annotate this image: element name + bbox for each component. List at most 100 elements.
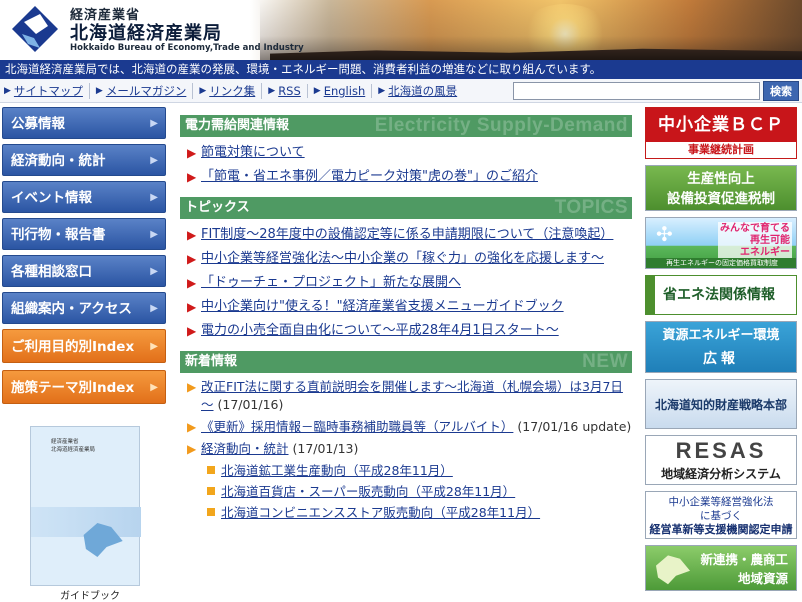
- banner-management-line2: に基づく: [700, 510, 742, 522]
- sidebar-item-event[interactable]: イベント情報 ▶: [2, 181, 166, 213]
- bureau-name[interactable]: 北海道経済産業局: [70, 19, 222, 45]
- banner-resas-logo: RESAS: [675, 438, 767, 463]
- news-sub-item-link[interactable]: 北海道コンビニエンスストア販売動向（平成28年11月）: [221, 505, 540, 520]
- utilnav-link[interactable]: サイトマップ: [14, 83, 83, 99]
- sidebar-item-publications[interactable]: 刊行物・報告書 ▶: [2, 218, 166, 250]
- list-item[interactable]: ▶ 電力の小売全面自由化について～平成28年4月1日スタート～: [185, 321, 632, 340]
- utilnav-item-rss[interactable]: ▶ RSS: [268, 84, 308, 98]
- banner-renewable-energy[interactable]: ✣ みんなで育てる 再生可能 エネルギー 再生エネルギーの固定価格買取制度: [645, 217, 797, 269]
- guidebook-cover-band: [31, 507, 141, 537]
- utilnav-item-links[interactable]: ▶ リンク集: [199, 83, 263, 99]
- list-item-link[interactable]: 電力の小売全面自由化について～平成28年4月1日スタート～: [201, 323, 559, 338]
- sidebar-item-label: 組織案内・アクセス: [11, 301, 132, 317]
- sidebar-item-theme-index[interactable]: 施策テーマ別Index ▶: [2, 370, 166, 404]
- banner-bcp-title: 中小企業ＢＣＰ: [646, 108, 796, 142]
- utilnav-link[interactable]: リンク集: [209, 83, 255, 99]
- utilnav-item-mailmagazine[interactable]: ▶ メールマガジン: [95, 83, 194, 99]
- sidebar-item-consultation[interactable]: 各種相談窓口 ▶: [2, 255, 166, 287]
- banner-resas[interactable]: RESAS 地域経済分析システム: [645, 435, 797, 485]
- chevron-right-icon: ▶: [150, 266, 158, 277]
- list-item-link[interactable]: 中小企業向け"使える！"経済産業省支援メニューガイドブック: [201, 299, 564, 314]
- sidebar-item-label: 公募情報: [11, 116, 65, 132]
- list-item[interactable]: ▶ 中小企業等経営強化法～中小企業の「稼ぐ力」の強化を応援します～: [185, 249, 632, 268]
- news-sub-item[interactable]: 北海道コンビニエンスストア販売動向（平成28年11月）: [185, 504, 632, 522]
- red-arrow-icon: ▶: [187, 252, 197, 266]
- search-button[interactable]: 検索: [763, 81, 799, 101]
- section-ghost-text: Electricity Supply-Demand: [374, 115, 628, 136]
- news-sub-item-link[interactable]: 北海道鉱工業生産動向（平成28年11月）: [221, 463, 453, 478]
- utilnav-link[interactable]: English: [324, 84, 366, 98]
- news-item[interactable]: ▶ 《更新》採用情報－臨時事務補助職員等（アルバイト） (17/01/16 upd…: [185, 418, 632, 436]
- news-sub-item-link[interactable]: 北海道百貨店・スーパー販売動向（平成28年11月）: [221, 484, 515, 499]
- banner-resources-line2: 広報: [703, 351, 739, 367]
- topics-list: ▶ FIT制度～28年度中の設備認定等に係る申請期限について（注意喚起） ▶ 中小企…: [180, 219, 632, 351]
- chevron-right-icon: ▶: [150, 155, 158, 166]
- chevron-right-icon: ▶: [95, 86, 103, 96]
- list-item-link[interactable]: 「ドゥーチェ・プロジェクト」新たな展開へ: [201, 275, 461, 290]
- utilnav-link[interactable]: 北海道の風景: [388, 83, 457, 99]
- square-bullet-icon: [207, 487, 215, 495]
- chevron-right-icon: ▶: [150, 192, 158, 203]
- orange-arrow-icon: ▶: [187, 420, 197, 434]
- list-item[interactable]: ▶ 「節電・省エネ事例／電力ピーク対策"虎の巻"」のご紹介: [185, 167, 632, 186]
- banner-energy-saving-law[interactable]: 省エネ法関係情報: [645, 275, 797, 315]
- news-item-link[interactable]: 《更新》採用情報－臨時事務補助職員等（アルバイト）: [201, 419, 513, 434]
- list-item-link[interactable]: 「節電・省エネ事例／電力ピーク対策"虎の巻"」のご紹介: [201, 169, 538, 184]
- section-title: 新着情報: [185, 354, 238, 369]
- utilnav-link[interactable]: メールマガジン: [106, 83, 187, 99]
- guidebook-cover-image[interactable]: 経済産業省 北海道経済産業局: [30, 426, 141, 586]
- guidebook-label[interactable]: ガイドブック: [60, 587, 120, 602]
- news-sub-item[interactable]: 北海道鉱工業生産動向（平成28年11月）: [185, 462, 632, 480]
- sidebar-item-label: 刊行物・報告書: [11, 227, 106, 243]
- sidebar-item-purpose-index[interactable]: ご利用目的別Index ▶: [2, 329, 166, 363]
- list-item-link[interactable]: FIT制度～28年度中の設備認定等に係る申請期限について（注意喚起）: [201, 227, 613, 242]
- utilnav-link[interactable]: RSS: [278, 84, 301, 98]
- news-list: ▶ 改正FIT法に関する直前説明会を開催します～北海道（札幌会場）は3月7日～ (…: [180, 373, 632, 522]
- sidebar-item-organization[interactable]: 組織案内・アクセス ▶: [2, 292, 166, 324]
- utilnav-item-english[interactable]: ▶ English: [314, 84, 373, 98]
- wind-turbine-icon: ✣: [656, 222, 673, 246]
- banner-productivity-line2: 設備投資促進税制: [667, 191, 775, 207]
- banner-management-line1: 中小企業等経営強化法: [668, 496, 774, 508]
- section-ghost-text: TOPICS: [554, 197, 628, 218]
- banner-renewable-text: みんなで育てる 再生可能 エネルギー: [718, 222, 792, 260]
- left-sidebar: 公募情報 ▶ 経済動向・統計 ▶ イベント情報 ▶ 刊行物・報告書 ▶ 各種相談窓口 ▶ …: [2, 107, 168, 411]
- sidebar-item-label: 経済動向・統計: [11, 153, 106, 169]
- list-item[interactable]: ▶ 中小企業向け"使える！"経済産業省支援メニューガイドブック: [185, 297, 632, 316]
- list-item[interactable]: ▶ 「ドゥーチェ・プロジェクト」新たな展開へ: [185, 273, 632, 292]
- list-item-link[interactable]: 中小企業等経営強化法～中小企業の「稼ぐ力」の強化を応援します～: [201, 251, 604, 266]
- banner-bcp-subtitle: 事業継続計画: [688, 143, 754, 156]
- banner-renewable-line2: 再生可能: [750, 235, 790, 246]
- main-content: 電力需給関連情報 Electricity Supply-Demand ▶ 節電対策…: [180, 115, 632, 525]
- news-item-date: (17/01/16): [213, 397, 284, 412]
- banner-bcp[interactable]: 中小企業ＢＣＰ 事業継続計画: [645, 107, 797, 159]
- square-bullet-icon: [207, 466, 215, 474]
- guidebook-cover-title: 経済産業省 北海道経済産業局: [51, 439, 131, 454]
- banner-management-enhancement[interactable]: 中小企業等経営強化法 に基づく 経営革新等支援機関認定申請: [645, 491, 797, 539]
- banner-resources-energy-pr[interactable]: 資源エネルギー環境 広報: [645, 321, 797, 373]
- guidebook-cover-bureau: 北海道経済産業局: [51, 446, 96, 453]
- banner-productivity[interactable]: 生産性向上 設備投資促進税制: [645, 165, 797, 211]
- utilnav-item-scenery[interactable]: ▶ 北海道の風景: [378, 83, 463, 99]
- sidebar-item-koubo[interactable]: 公募情報 ▶: [2, 107, 166, 139]
- news-item[interactable]: ▶ 経済動向・統計 (17/01/13): [185, 440, 632, 458]
- news-item-link[interactable]: 経済動向・統計: [201, 441, 289, 456]
- section-title: トピックス: [185, 200, 250, 215]
- list-item-link[interactable]: 節電対策について: [201, 145, 305, 160]
- news-sub-item[interactable]: 北海道百貨店・スーパー販売動向（平成28年11月）: [185, 483, 632, 501]
- sidebar-item-label: ご利用目的別Index: [11, 339, 135, 355]
- sidebar-item-keizai-doukou[interactable]: 経済動向・統計 ▶: [2, 144, 166, 176]
- orange-arrow-icon: ▶: [187, 442, 197, 456]
- search-input[interactable]: [513, 82, 760, 100]
- news-item[interactable]: ▶ 改正FIT法に関する直前説明会を開催します～北海道（札幌会場）は3月7日～ (…: [185, 378, 632, 414]
- red-arrow-icon: ▶: [187, 300, 197, 314]
- banner-renewable-line1: みんなで育てる: [720, 223, 790, 234]
- red-arrow-icon: ▶: [187, 228, 197, 242]
- banner-new-collaboration[interactable]: 新連携・農商工 地域資源: [645, 545, 797, 591]
- tagline-bar: 北海道経済産業局では、北海道の産業の発展、環境・エネルギー問題、消費者利益の増進…: [0, 60, 802, 79]
- list-item[interactable]: ▶ FIT制度～28年度中の設備認定等に係る申請期限について（注意喚起）: [185, 225, 632, 244]
- hokkaido-bureau-logo-icon[interactable]: [10, 4, 60, 54]
- list-item[interactable]: ▶ 節電対策について: [185, 143, 632, 162]
- utilnav-item-sitemap[interactable]: ▶ サイトマップ: [4, 83, 90, 99]
- banner-ip-strategy[interactable]: 北海道知的財産戦略本部: [645, 379, 797, 429]
